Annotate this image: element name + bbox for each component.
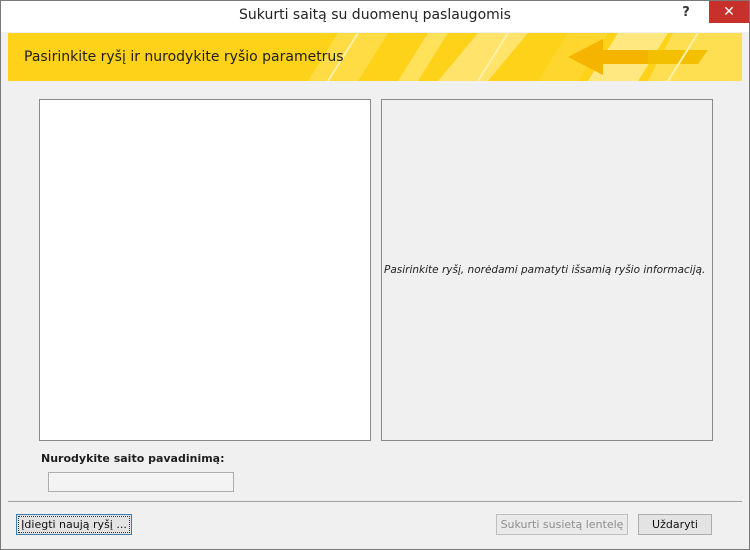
close-icon: ✕ (723, 4, 735, 20)
connection-info-text: Pasirinkite ryšį, norėdami pamatyti išsa… (384, 264, 706, 276)
header-banner: Pasirinkite ryšį ir nurodykite ryšio par… (8, 33, 742, 81)
create-linked-table-button[interactable]: Sukurti susietą lentelę (496, 514, 628, 535)
footer-separator (8, 501, 742, 502)
help-button[interactable]: ? (668, 3, 704, 23)
title-bar: Sukurti saitą su duomenų paslaugomis ? ✕ (1, 1, 749, 32)
window-title: Sukurti saitą su duomenų paslaugomis (239, 7, 511, 23)
close-button[interactable]: Uždaryti (638, 514, 712, 535)
dialog-window: Sukurti saitą su duomenų paslaugomis ? ✕… (0, 0, 750, 550)
close-window-button[interactable]: ✕ (709, 1, 749, 23)
connection-info-panel: Pasirinkite ryšį, norėdami pamatyti išsa… (381, 99, 713, 441)
install-connection-button[interactable]: Įdiegti naują ryšį ... (16, 514, 132, 535)
link-name-input[interactable] (48, 472, 234, 492)
connection-list[interactable] (39, 99, 371, 441)
banner-title: Pasirinkite ryšį ir nurodykite ryšio par… (24, 49, 344, 65)
link-name-label: Nurodykite saito pavadinimą: (41, 452, 225, 465)
